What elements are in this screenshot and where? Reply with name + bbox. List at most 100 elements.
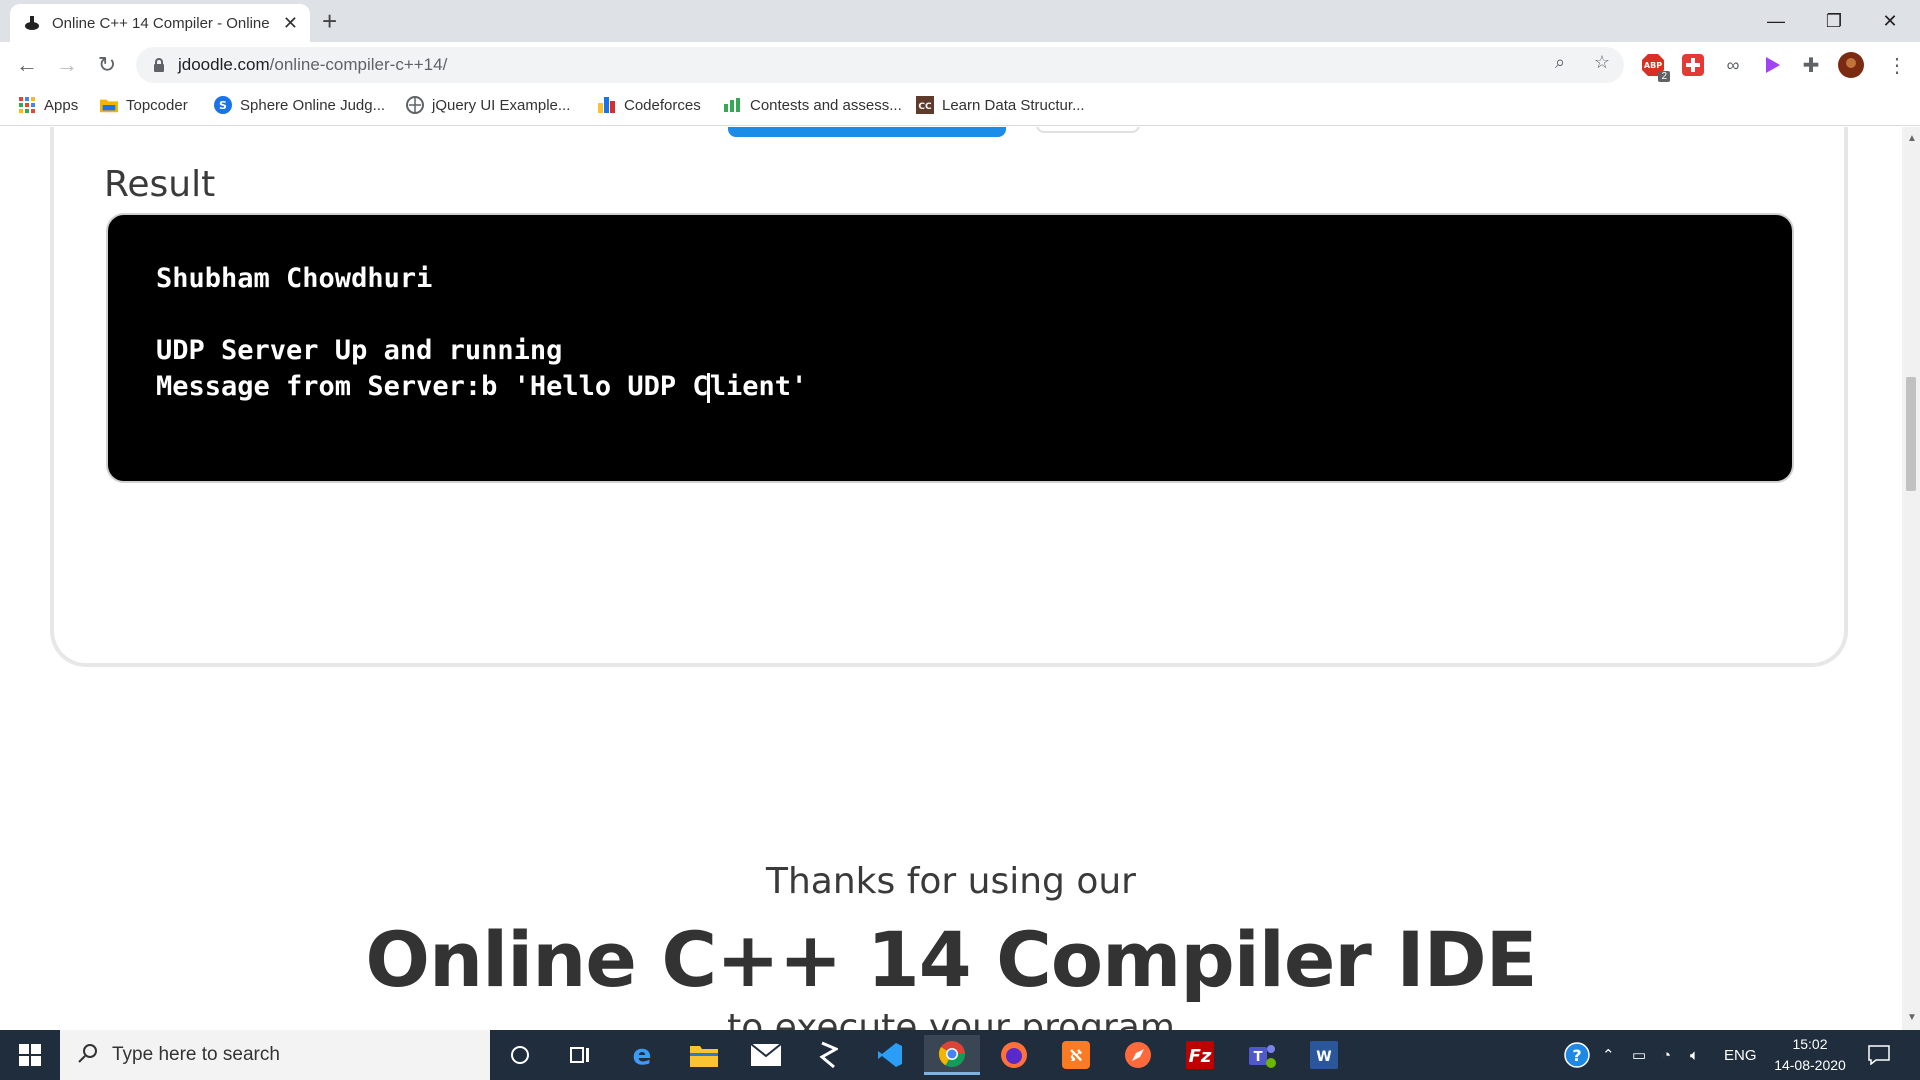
- wifi-icon[interactable]: ◔: [1662, 1030, 1671, 1080]
- tab-close-icon[interactable]: ✕: [283, 13, 298, 34]
- url-domain: jdoodle.com: [178, 55, 270, 74]
- bookmark-label: Codeforces: [624, 96, 701, 114]
- thanks-text: Thanks for using our: [765, 861, 1136, 902]
- task-view-icon[interactable]: [552, 1035, 608, 1075]
- svg-text:e: e: [633, 1041, 652, 1069]
- windows-logo-icon: [19, 1044, 41, 1066]
- teams-icon[interactable]: T: [1234, 1035, 1290, 1075]
- bookmarks-bar: Apps Topcoder S Sphere Online Judg... jQ…: [0, 88, 1920, 126]
- filezilla-icon[interactable]: Fz: [1172, 1035, 1228, 1075]
- scroll-thumb[interactable]: [1906, 377, 1916, 491]
- extension-badge: 2: [1658, 71, 1670, 82]
- bookmark-contests[interactable]: Contests and assess...: [724, 96, 902, 114]
- console-line: UDP Server Up and running: [156, 335, 563, 366]
- browser-menu-icon[interactable]: ⋮: [1884, 52, 1910, 78]
- address-bar[interactable]: jdoodle.com/online-compiler-c++14/: [136, 47, 1624, 83]
- profile-avatar[interactable]: [1838, 52, 1864, 78]
- word-icon[interactable]: W: [1296, 1035, 1352, 1075]
- svg-text:W: W: [1316, 1049, 1331, 1065]
- console-line-part: lient': [709, 371, 808, 402]
- bookmark-topcoder[interactable]: Topcoder: [100, 96, 188, 114]
- taskbar-clock[interactable]: 15:02 14-08-2020: [1760, 1034, 1860, 1076]
- result-console[interactable]: Shubham Chowdhuri UDP Server Up and runni…: [106, 213, 1794, 483]
- bookmark-jquery-ui[interactable]: jQuery UI Example...: [406, 96, 570, 114]
- svg-text:?: ?: [1572, 1046, 1581, 1065]
- maximize-icon[interactable]: ❐: [1806, 0, 1862, 42]
- help-icon[interactable]: ?: [1564, 1030, 1590, 1080]
- chrome-icon[interactable]: [924, 1035, 980, 1075]
- link-extension-icon[interactable]: ∞: [1720, 52, 1746, 78]
- sublime-text-icon[interactable]: [800, 1035, 856, 1075]
- console-line-part: Message from Server:b 'Hello UDP C: [156, 371, 709, 402]
- jdoodle-favicon-icon: [22, 13, 42, 33]
- tray-chevron-up-icon[interactable]: ⌃: [1602, 1030, 1615, 1080]
- minimize-icon[interactable]: —: [1748, 0, 1804, 42]
- volume-icon[interactable]: 🔈︎: [1690, 1030, 1699, 1080]
- browser-toolbar: ← → ↻ jdoodle.com/online-compiler-c++14/…: [0, 42, 1920, 88]
- firefox-icon[interactable]: [986, 1035, 1042, 1075]
- window-close-icon[interactable]: ✕: [1862, 0, 1918, 42]
- bookmark-label: Sphere Online Judg...: [240, 96, 386, 114]
- bookmark-label: Topcoder: [126, 96, 188, 114]
- red-cross-extension-icon[interactable]: [1680, 52, 1706, 78]
- execute-button[interactable]: [728, 127, 1006, 137]
- battery-icon[interactable]: ▭: [1632, 1030, 1646, 1080]
- new-tab-button[interactable]: +: [322, 6, 337, 37]
- globe-icon: [406, 96, 424, 114]
- cortana-icon[interactable]: [492, 1035, 548, 1075]
- svg-text:CC: CC: [918, 102, 932, 112]
- console-line: Shubham Chowdhuri: [156, 263, 433, 294]
- tab-title: Online C++ 14 Compiler - Online: [52, 14, 270, 32]
- bookmark-label: jQuery UI Example...: [432, 96, 571, 114]
- bookmark-sphere-online-judge[interactable]: S Sphere Online Judg...: [214, 96, 385, 114]
- url-path: /online-compiler-c++14/: [269, 55, 448, 74]
- secondary-button[interactable]: [1036, 127, 1140, 133]
- thanks-heading: Online C++ 14 Compiler IDE: [365, 915, 1537, 1004]
- xampp-icon[interactable]: ℵ: [1048, 1035, 1104, 1075]
- reload-icon[interactable]: ↻: [92, 50, 122, 80]
- file-explorer-icon[interactable]: [676, 1035, 732, 1075]
- thanks-subtext: to execute your program: [727, 1007, 1175, 1030]
- browser-tab-active[interactable]: Online C++ 14 Compiler - Online ✕: [10, 4, 310, 42]
- codeforces-icon: [598, 96, 616, 114]
- page-viewport: Result Shubham Chowdhuri UDP Server Up an…: [0, 127, 1902, 1030]
- svg-text:S: S: [219, 99, 227, 112]
- bookmark-learn-data-structures[interactable]: CC Learn Data Structur...: [916, 96, 1085, 114]
- chart-icon: [724, 96, 742, 114]
- mail-icon[interactable]: [738, 1035, 794, 1075]
- taskbar-search-box[interactable]: Type here to search: [60, 1030, 490, 1080]
- bookmark-star-icon[interactable]: ☆: [1590, 50, 1614, 74]
- bookmark-apps[interactable]: Apps: [18, 96, 78, 114]
- svg-text:Fz: Fz: [1189, 1046, 1212, 1067]
- extensions-puzzle-icon[interactable]: ✚: [1798, 52, 1824, 78]
- scroll-up-icon[interactable]: ▲: [1907, 133, 1917, 144]
- folder-icon: [100, 96, 118, 114]
- windows-taskbar: Type here to search e ℵ Fz T W ? ⌃ ▭ ◔ 🔈…: [0, 1030, 1920, 1080]
- bookmark-codeforces[interactable]: Codeforces: [598, 96, 701, 114]
- compass-app-icon[interactable]: [1110, 1035, 1166, 1075]
- bookmark-label: Apps: [44, 96, 79, 114]
- language-indicator[interactable]: ENG: [1724, 1030, 1757, 1080]
- lock-icon: [150, 56, 168, 74]
- edge-icon[interactable]: e: [614, 1035, 670, 1075]
- bookmark-label: Learn Data Structur...: [942, 96, 1085, 114]
- play-extension-icon[interactable]: [1760, 52, 1786, 78]
- search-placeholder: Type here to search: [112, 1044, 280, 1065]
- browser-tab-bar: Online C++ 14 Compiler - Online ✕ + — ❐ …: [0, 0, 1920, 42]
- console-line: Message from Server:b 'Hello UDP Client': [156, 369, 1744, 405]
- back-arrow-icon[interactable]: ←: [12, 50, 42, 80]
- clock-date: 14-08-2020: [1774, 1057, 1846, 1073]
- page-scrollbar[interactable]: ▲ ▼: [1902, 127, 1920, 1030]
- search-icon: [78, 1043, 98, 1068]
- forward-arrow-icon[interactable]: →: [52, 50, 82, 80]
- vscode-icon[interactable]: [862, 1035, 918, 1075]
- start-button[interactable]: [0, 1030, 60, 1080]
- adblock-extension-icon[interactable]: ABP 2: [1640, 52, 1670, 82]
- zoom-icon[interactable]: ⌕: [1548, 50, 1572, 74]
- sphere-icon: S: [214, 96, 232, 114]
- notification-icon[interactable]: [1868, 1030, 1890, 1080]
- result-heading: Result: [104, 164, 216, 205]
- cc-icon: CC: [916, 96, 934, 114]
- scroll-down-icon[interactable]: ▼: [1907, 1012, 1917, 1023]
